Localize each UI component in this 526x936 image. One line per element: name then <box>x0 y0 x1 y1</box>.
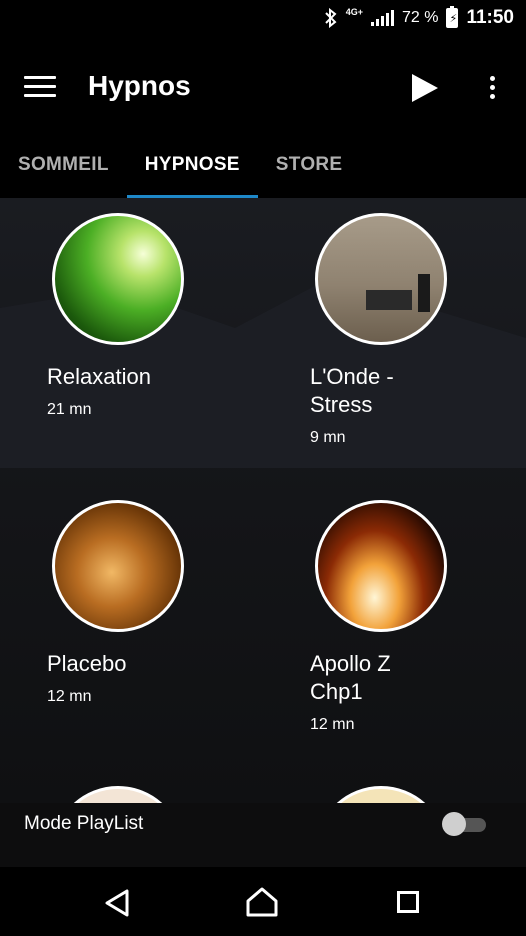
network-type: 4G+ <box>345 7 363 17</box>
session-image[interactable] <box>52 213 184 345</box>
playlist-bar: Mode PlayList <box>0 803 526 867</box>
session-duration: 12 mn <box>47 688 92 705</box>
session-item[interactable]: Apollo Z Chp1 12 mn <box>310 500 526 734</box>
play-icon[interactable] <box>412 74 438 102</box>
playlist-toggle[interactable] <box>442 812 486 836</box>
more-vert-icon[interactable] <box>490 76 496 103</box>
session-name: L'Onde - Stress <box>310 364 394 417</box>
tab-sommeil[interactable]: SOMMEIL <box>0 140 127 198</box>
recents-icon[interactable] <box>397 891 419 913</box>
menu-icon[interactable] <box>24 76 56 100</box>
bluetooth-icon <box>325 8 337 28</box>
session-duration: 21 mn <box>47 401 92 418</box>
session-name: Apollo Z Chp1 <box>310 651 391 704</box>
session-duration: 12 mn <box>310 716 355 733</box>
clock: 11:50 <box>466 7 514 28</box>
session-image[interactable] <box>52 500 184 632</box>
session-image[interactable] <box>315 213 447 345</box>
session-image[interactable] <box>315 500 447 632</box>
session-item[interactable] <box>315 786 526 803</box>
session-duration: 9 mn <box>310 429 346 446</box>
tab-bar: SOMMEIL HYPNOSE STORE <box>0 140 526 198</box>
status-bar: 4G+ 72 % ⚡ 11:50 <box>0 0 526 36</box>
session-item[interactable] <box>52 786 292 803</box>
session-item[interactable]: Placebo 12 mn <box>47 500 292 706</box>
home-icon[interactable] <box>246 887 278 917</box>
back-icon[interactable] <box>104 889 130 917</box>
tab-hypnose[interactable]: HYPNOSE <box>126 140 258 198</box>
session-name: Relaxation <box>47 364 151 389</box>
signal-icon <box>370 10 394 26</box>
app-bar: Hypnos <box>0 36 526 140</box>
session-image[interactable] <box>315 786 447 803</box>
app-title: Hypnos <box>88 70 191 101</box>
battery-icon: ⚡ <box>446 6 459 28</box>
battery-percent: 72 % <box>401 9 439 26</box>
session-image[interactable] <box>52 786 184 803</box>
session-name: Placebo <box>47 651 127 676</box>
system-nav-bar <box>0 867 526 936</box>
session-item[interactable]: L'Onde - Stress 9 mn <box>310 213 526 447</box>
playlist-mode-label: Mode PlayList <box>24 813 144 834</box>
session-grid: Relaxation 21 mn L'Onde - Stress 9 mn Pl… <box>0 198 526 803</box>
tab-store[interactable]: STORE <box>258 140 361 198</box>
session-item[interactable]: Relaxation 21 mn <box>47 213 292 419</box>
